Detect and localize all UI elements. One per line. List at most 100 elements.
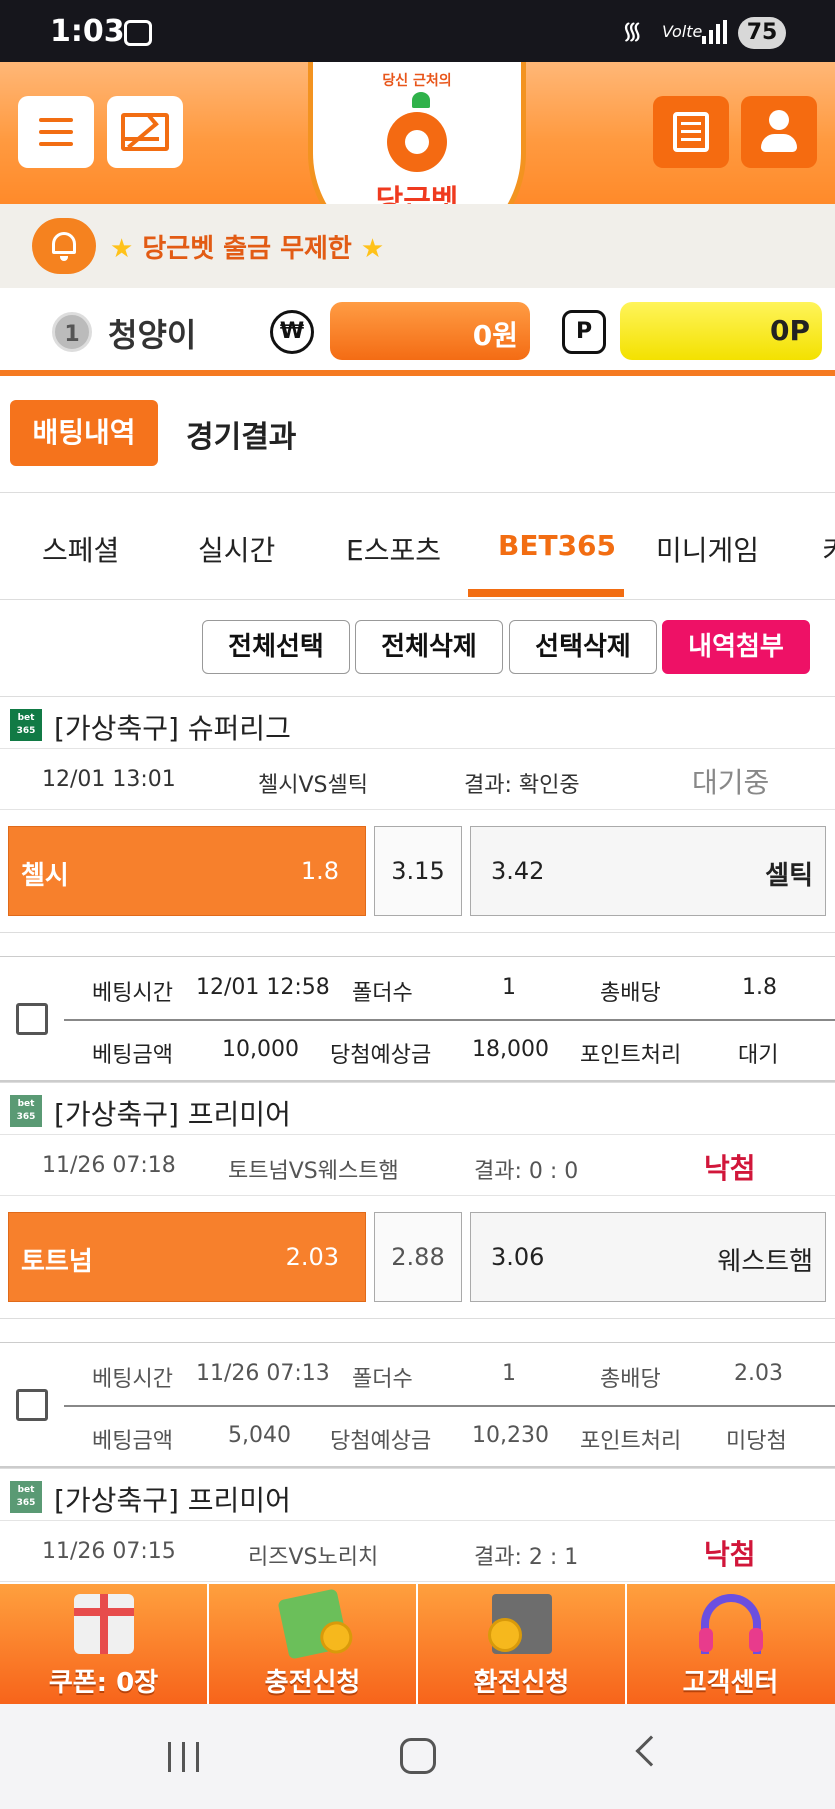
expected-win-label: 당첨예상금 [330,1429,432,1454]
match-info-row: 11/26 07:18 토트넘VS웨스트햄 결과: 0 : 0 낙첨 [0,1134,835,1196]
money-balance[interactable]: 0원 [330,302,530,360]
level-badge: 1 [52,312,92,352]
bet-list-button[interactable] [653,96,729,168]
wifi-icon: ᯾ [622,17,643,45]
envelope-icon [121,113,169,151]
back-icon[interactable] [635,1735,667,1767]
divider [0,1318,835,1319]
tab-live[interactable]: 실시간 [198,529,275,569]
gift-icon [74,1594,134,1654]
match-teams: 리즈VS노리치 [248,1545,379,1570]
away-odds: 3.42 [491,857,545,885]
mail-button[interactable] [107,96,183,168]
league-name: [가상축구] 프리미어 [54,1098,291,1131]
support-button[interactable]: 고객센터 [627,1584,835,1704]
user-info-bar: 1 청양이 ₩ 0원 P 0P [0,288,835,376]
bet-time-label: 베팅시간 [92,981,173,1006]
recent-apps-icon[interactable] [168,1742,202,1772]
folder-count: 1 [502,975,516,1000]
list-icon [673,112,709,152]
match-result: 결과: 0 : 0 [474,1159,579,1184]
away-odds-box: 3.42 셀틱 [470,826,826,916]
bet-detail: 베팅시간 11/26 07:13 폴더수 1 총배당 2.03 베팅금액 5,0… [0,1342,835,1468]
match-result: 결과: 2 : 1 [474,1545,579,1570]
tab-minigame[interactable]: 미니게임 [656,529,759,569]
point-icon: P [562,310,606,354]
my-page-button[interactable] [741,96,817,168]
bet-select-checkbox[interactable] [16,1003,48,1035]
match-time: 11/26 07:18 [42,1153,176,1178]
away-team: 웨스트햄 [717,1247,813,1277]
hamburger-menu-icon [39,118,73,146]
active-tab-indicator [468,589,624,597]
network-label: Volte [662,22,703,41]
bet-detail: 베팅시간 12/01 12:58 폴더수 1 총배당 1.8 베팅금액 10,0… [0,956,835,1082]
withdraw-label: 환전신청 [473,1668,570,1698]
tab-more[interactable]: 키 [822,529,835,569]
status-bar: 1:03 ᯾ Volte 75 [0,0,835,62]
home-odds: 1.8 [300,857,339,885]
signal-icon [702,20,728,44]
bet-amount-label: 베팅금액 [92,1043,173,1068]
bet365-logo-icon: bet 365 [10,1481,42,1513]
delete-all-button[interactable]: 전체삭제 [355,620,503,674]
system-nav-bar [0,1704,835,1809]
app-header: 당신 근처의 당근벳 [0,62,835,262]
carrot-icon [387,112,447,172]
notice-text: ★ 당근벳 출금 무제한 ★ [110,234,385,264]
withdraw-button[interactable]: 환전신청 [418,1584,625,1704]
won-icon: ₩ [270,310,314,354]
status-time: 1:03 [50,14,125,49]
league-header: bet 365 [가상축구] 프리미어 [0,1468,835,1522]
bet-amount-label: 베팅금액 [92,1429,173,1454]
point-balance[interactable]: 0P [620,302,822,360]
support-label: 고객센터 [682,1668,779,1698]
match-time: 11/26 07:15 [42,1539,176,1564]
home-odds-selected: 첼시 1.8 [8,826,366,916]
total-odds-label: 총배당 [600,981,661,1006]
status-badge: 낙첨 [704,1152,756,1185]
point-process-status: 미당첨 [726,1429,787,1454]
home-icon[interactable] [400,1738,436,1774]
odds-row: 첼시 1.8 3.15 3.42 셀틱 [0,816,835,920]
bet-time-label: 베팅시간 [92,1367,173,1392]
league-header: bet 365 [가상축구] 슈퍼리그 [0,696,835,750]
coupon-button[interactable]: 쿠폰: 0장 [0,1584,207,1704]
select-all-button[interactable]: 전체선택 [202,620,350,674]
tab-esports[interactable]: E스포츠 [346,529,441,569]
match-time: 12/01 13:01 [42,767,176,792]
attach-history-button[interactable]: 내역첨부 [662,620,810,674]
tab-bet-history[interactable]: 배팅내역 [10,400,158,466]
point-process-status: 대기 [738,1043,779,1068]
match-info-row: 12/01 13:01 첼시VS셀틱 결과: 확인중 대기중 [0,748,835,810]
league-name: [가상축구] 슈퍼리그 [54,712,291,745]
tab-bet365[interactable]: BET365 [498,529,616,562]
deposit-button[interactable]: 충전신청 [209,1584,416,1704]
coupon-label: 쿠폰: 0장 [48,1668,159,1698]
menu-button[interactable] [18,96,94,168]
match-teams: 토트넘VS웨스트햄 [228,1159,399,1184]
expected-win: 10,230 [472,1423,549,1448]
bell-icon [32,218,96,274]
battery-indicator: 75 [738,17,786,49]
delete-selected-button[interactable]: 선택삭제 [509,620,657,674]
status-badge: 대기중 [692,766,770,799]
away-team: 셀틱 [765,861,813,891]
tab-match-results[interactable]: 경기결과 [186,412,296,456]
bet-amount: 10,000 [222,1037,299,1062]
tab-special[interactable]: 스페셜 [42,529,119,569]
bet365-logo-icon: bet 365 [10,1095,42,1127]
away-odds-box: 3.06 웨스트햄 [470,1212,826,1302]
screenshot-icon [124,20,152,46]
total-odds: 1.8 [742,975,777,1000]
deposit-label: 충전신청 [264,1668,361,1698]
draw-odds: 3.15 [374,826,462,916]
divider [0,932,835,933]
home-team: 첼시 [21,861,69,891]
notice-bar[interactable]: ★ 당근벳 출금 무제한 ★ [0,204,835,288]
bet-select-checkbox[interactable] [16,1389,48,1421]
headset-icon [699,1594,763,1654]
bet-amount: 5,040 [228,1423,291,1448]
expected-win: 18,000 [472,1037,549,1062]
category-tabs: 스페셜 실시간 E스포츠 BET365 미니게임 키 [0,492,835,600]
